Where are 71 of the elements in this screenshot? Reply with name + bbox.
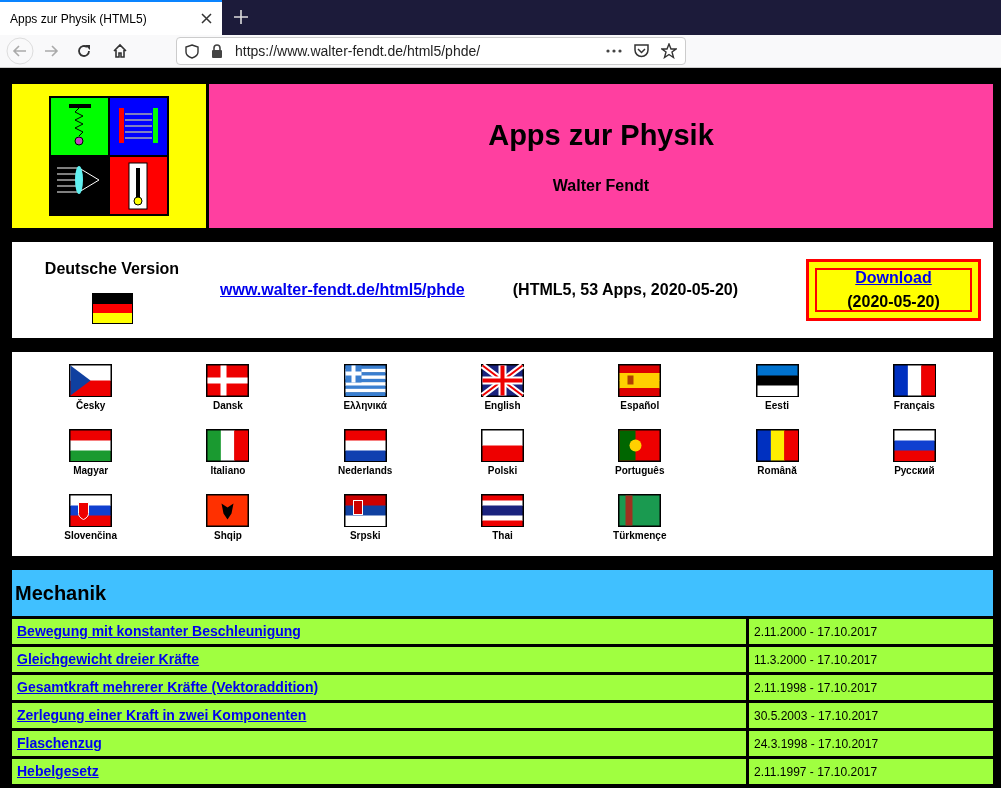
flag-icon[interactable] <box>481 429 524 462</box>
shield-icon[interactable] <box>185 43 199 59</box>
app-link[interactable]: Zerlegung einer Kraft in zwei Komponenten <box>17 705 307 726</box>
flag-icon[interactable] <box>892 364 936 397</box>
flag-icon[interactable] <box>69 364 113 397</box>
flag-icon[interactable] <box>481 494 524 527</box>
url-text: https://www.walter-fendt.de/html5/phde/ <box>235 41 482 61</box>
language-link[interactable]: Français <box>893 398 935 413</box>
date-cell: 30.5.2003 - 17.10.2017 <box>749 703 993 728</box>
language-link[interactable]: Română <box>757 463 797 478</box>
language-link[interactable]: Русский <box>894 463 935 478</box>
language-link[interactable]: Italiano <box>210 463 246 478</box>
language-link[interactable]: Dansk <box>212 398 243 413</box>
language-link[interactable]: Türkmençe <box>613 528 667 543</box>
star-icon[interactable] <box>661 43 677 59</box>
language-link[interactable]: Magyar <box>73 463 109 478</box>
language-link[interactable]: Nederlands <box>337 463 393 478</box>
date-cell: 2.11.1997 - 17.10.2017 <box>749 759 993 784</box>
flag-icon[interactable] <box>343 429 387 462</box>
app-link[interactable]: Hebelgesetz <box>17 761 99 782</box>
flag-icon[interactable] <box>481 364 524 397</box>
date-cell: 2.11.1998 - 17.10.2017 <box>749 675 993 700</box>
language-link[interactable]: Português <box>615 463 665 478</box>
flag-icon[interactable] <box>69 429 113 462</box>
reload-icon[interactable] <box>76 43 92 59</box>
flag-icon[interactable] <box>618 364 662 397</box>
language-link[interactable]: Slovenčina <box>64 528 118 543</box>
flag-icon[interactable] <box>206 364 250 397</box>
flag-icon[interactable] <box>618 494 662 527</box>
flag-icon[interactable] <box>618 429 662 462</box>
version-label: Deutsche Version <box>44 258 180 279</box>
language-link[interactable]: Thai <box>492 528 513 543</box>
app-link[interactable]: Gleichgewicht dreier Kräfte <box>17 649 200 670</box>
pocket-icon[interactable] <box>634 44 649 58</box>
language-link[interactable]: Polski <box>487 463 518 478</box>
language-link[interactable]: Shqip <box>214 528 242 543</box>
version-link[interactable]: www.walter-fendt.de/html5/phde <box>220 278 465 302</box>
flag-icon[interactable] <box>206 494 250 527</box>
date-cell: 2.11.2000 - 17.10.2017 <box>749 619 993 644</box>
more-icon[interactable] <box>606 49 622 53</box>
language-link[interactable]: Česky <box>75 398 106 413</box>
language-link[interactable]: Ελληνικά <box>343 398 387 413</box>
language-link[interactable]: Español <box>620 398 660 413</box>
author-name: Walter Fendt <box>552 175 650 196</box>
section-header: Mechanik <box>12 570 993 616</box>
app-link[interactable]: Bewegung mit konstanter Beschleunigung <box>17 621 301 642</box>
date-cell: 24.3.1998 - 17.10.2017 <box>749 731 993 756</box>
language-link[interactable]: Srpski <box>349 528 381 543</box>
language-link[interactable]: English <box>484 398 521 413</box>
browser-tab[interactable]: Apps zur Physik (HTML5) <box>0 0 222 35</box>
home-icon[interactable] <box>112 43 128 59</box>
flag-icon[interactable] <box>343 494 387 527</box>
app-link[interactable]: Flaschenzug <box>17 733 102 754</box>
address-bar[interactable]: https://www.walter-fendt.de/html5/phde/ <box>176 37 686 65</box>
new-tab-icon[interactable] <box>234 10 248 24</box>
page-title: Apps zur Physik <box>488 118 714 154</box>
flag-icon[interactable] <box>69 494 113 527</box>
version-info: (HTML5, 53 Apps, 2020-05-20) <box>512 280 739 300</box>
lock-icon <box>211 44 223 58</box>
flag-icon[interactable] <box>343 364 387 397</box>
flag-icon[interactable] <box>755 364 799 397</box>
close-icon[interactable] <box>201 13 212 24</box>
tab-title: Apps zur Physik (HTML5) <box>10 10 148 28</box>
german-flag-icon[interactable] <box>91 292 133 324</box>
language-link[interactable]: Eesti <box>765 398 789 413</box>
flag-icon[interactable] <box>206 429 250 462</box>
app-link[interactable]: Gesamtkraft mehrerer Kräfte (Vektoraddition) <box>17 677 319 698</box>
download-button[interactable]: Download (2020-05-20) <box>806 259 981 321</box>
flag-icon[interactable] <box>892 429 936 462</box>
flag-icon[interactable] <box>755 429 799 462</box>
date-cell: 11.3.2000 - 17.10.2017 <box>749 647 993 672</box>
